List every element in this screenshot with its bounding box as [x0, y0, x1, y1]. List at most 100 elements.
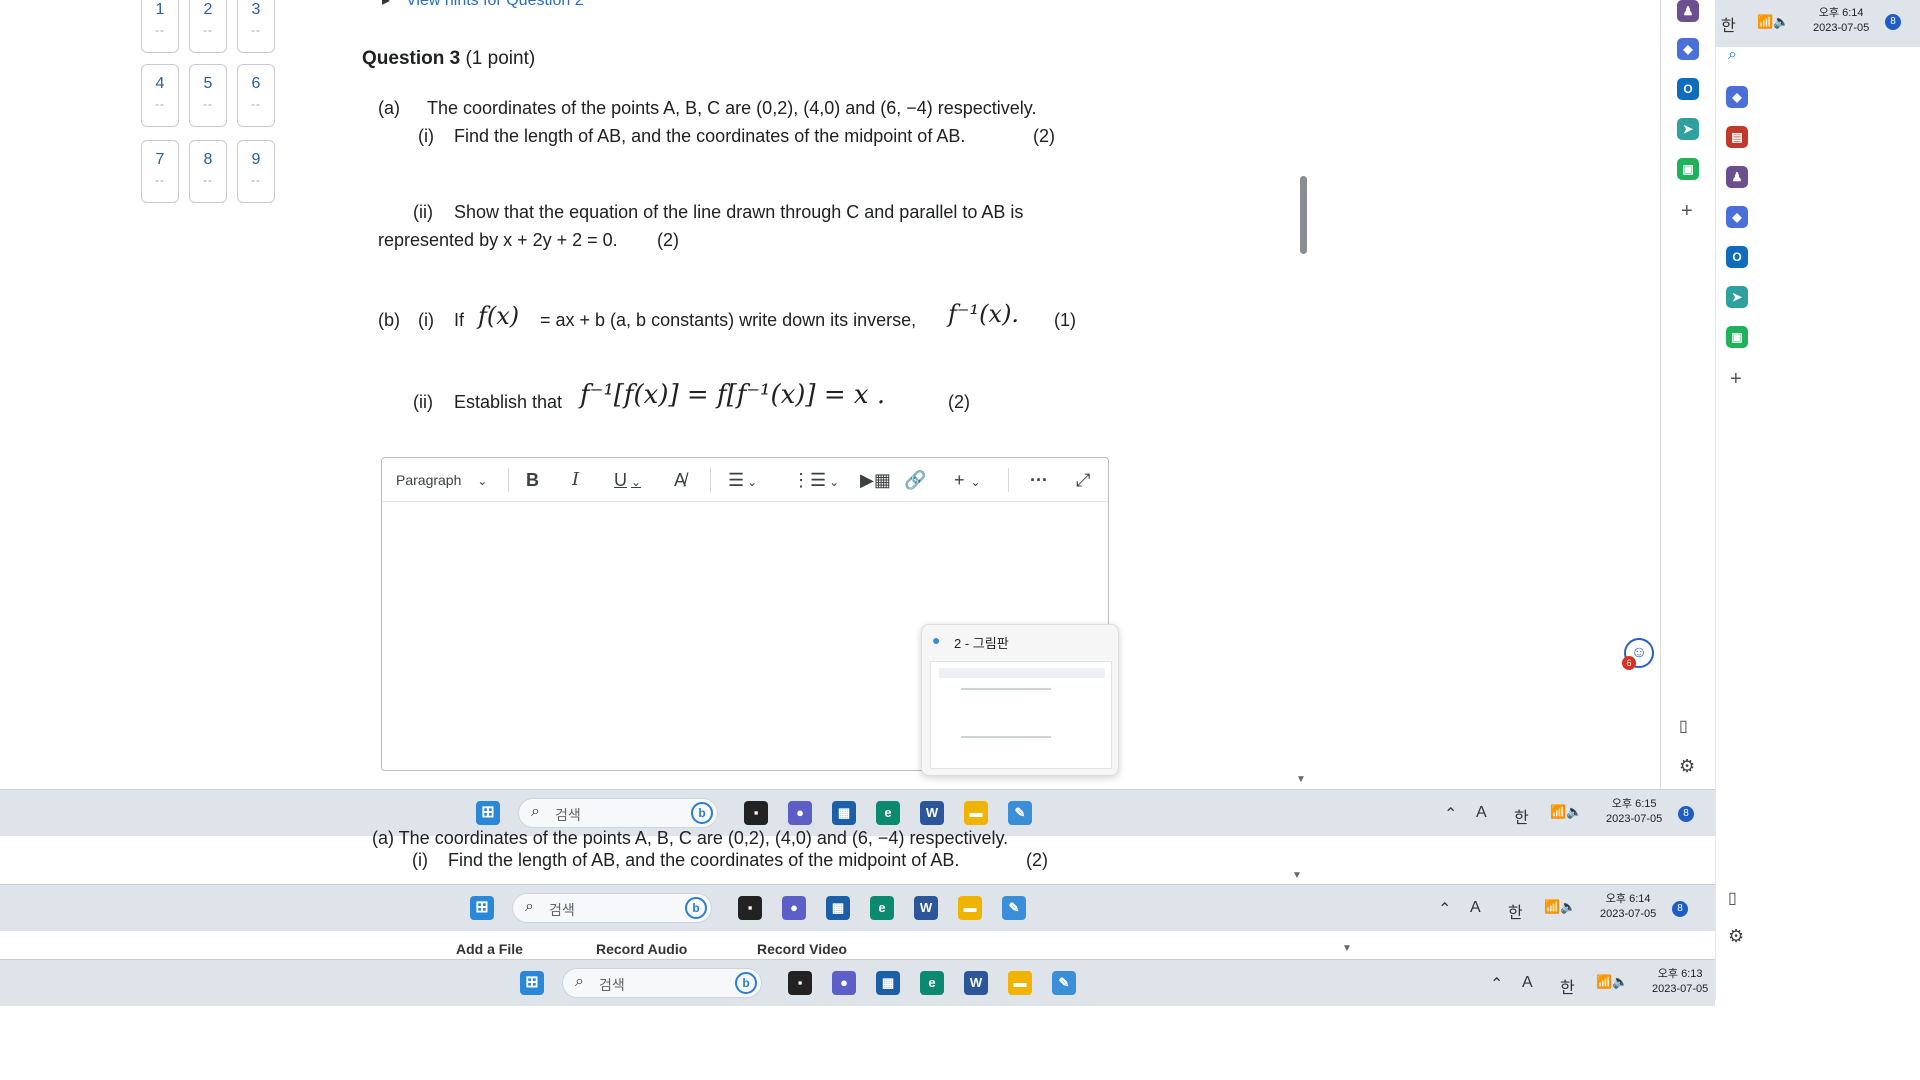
paint-icon[interactable]: ✎ [1002, 896, 1026, 920]
wifi-volume-icon[interactable]: 📶🔈 [1596, 974, 1628, 990]
scroll-down-arrow-icon[interactable]: ▼ [1342, 943, 1352, 954]
file-explorer-icon[interactable]: ▬ [1008, 971, 1032, 995]
question-nav-1[interactable]: 1 -- [141, 0, 179, 53]
scroll-down-arrow-icon[interactable]: ▼ [1296, 774, 1306, 785]
store-icon[interactable]: ▦ [876, 971, 900, 995]
windows-start-icon[interactable]: ⊞ [470, 896, 494, 920]
taskbar-search-2[interactable]: ⌕ 검색 b [512, 893, 712, 923]
ime-indicator[interactable]: 한 [1721, 12, 1736, 36]
paint-icon[interactable]: ✎ [1052, 971, 1076, 995]
taskbar-clock-3[interactable]: 오후 6:13 2023-07-05 [1652, 967, 1708, 997]
paint-icon[interactable]: ✎ [1008, 801, 1032, 825]
edge-icon[interactable]: e [920, 971, 944, 995]
teams-icon[interactable]: ● [788, 801, 812, 825]
task-view-icon[interactable]: ▪ [788, 971, 812, 995]
question-nav-6[interactable]: 6 -- [237, 64, 275, 127]
sidebar-toggle-icon[interactable]: ▯ [1728, 888, 1737, 908]
outlook-icon[interactable]: O [1677, 78, 1699, 100]
teams-icon[interactable]: ● [832, 971, 856, 995]
align-left-icon[interactable]: ☰ ⌄ [728, 468, 757, 492]
question-nav-4[interactable]: 4 -- [141, 64, 179, 127]
font-indicator[interactable]: A [1522, 974, 1533, 992]
tag-icon[interactable]: ◆ [1726, 86, 1748, 108]
font-indicator[interactable]: A [1476, 804, 1487, 822]
notification-badge[interactable]: 8 [1672, 901, 1688, 917]
insert-media-icon[interactable]: ▶▦ [860, 468, 891, 492]
store-icon[interactable]: ▦ [832, 801, 856, 825]
insert-plus-icon[interactable]: + ⌄ [954, 468, 981, 492]
wifi-volume-icon[interactable]: 📶🔈 [1757, 14, 1789, 30]
send-icon[interactable]: ➤ [1726, 286, 1748, 308]
bold-button[interactable]: B [526, 468, 539, 492]
edge-icon[interactable]: e [876, 801, 900, 825]
math-inverse-identity: f⁻¹[f(x)] = f[f⁻¹(x)] = x . [580, 380, 886, 410]
part-a-label: (a) [378, 98, 400, 118]
record-video-button[interactable]: Record Video [757, 941, 847, 957]
edge-icon[interactable]: e [870, 896, 894, 920]
question-nav-3[interactable]: 3 -- [237, 0, 275, 53]
widget-badge: 6 [1622, 656, 1636, 670]
record-audio-button[interactable]: Record Audio [596, 941, 687, 957]
settings-gear-icon[interactable]: ⚙ [1728, 926, 1744, 947]
notification-badge[interactable]: 8 [1678, 806, 1694, 822]
wifi-volume-icon[interactable]: 📶🔈 [1550, 804, 1582, 820]
hint-link[interactable]: ▸ View hints for Question 2 [382, 0, 584, 10]
question-nav-8[interactable]: 8 -- [189, 140, 227, 203]
chevron-up-icon[interactable]: ⌃ [1438, 899, 1451, 919]
people-icon[interactable]: ♟ [1726, 166, 1748, 188]
task-view-icon[interactable]: ▪ [738, 896, 762, 920]
word-icon[interactable]: W [964, 971, 988, 995]
notification-badge[interactable]: 8 [1885, 14, 1901, 30]
app-icon[interactable]: ▣ [1726, 326, 1748, 348]
taskbar-search-1[interactable]: ⌕ 검색 b [518, 798, 718, 828]
copilot-icon[interactable]: ◆ [1726, 206, 1748, 228]
paint-window-preview[interactable]: ● 2 - 그림판 [921, 624, 1119, 776]
teams-icon[interactable]: ● [782, 896, 806, 920]
ime-indicator[interactable]: 한 [1514, 804, 1529, 828]
windows-start-icon[interactable]: ⊞ [520, 971, 544, 995]
paragraph-style-select[interactable]: Paragraph ⌄ [396, 468, 487, 492]
taskbar-clock-2[interactable]: 오후 6:14 2023-07-05 [1600, 892, 1656, 922]
add-sidebar-icon[interactable]: + [1681, 200, 1693, 223]
scrollbar-thumb[interactable] [1300, 176, 1307, 254]
top-right-clock[interactable]: 오후 6:14 2023-07-05 [1813, 6, 1869, 36]
task-view-icon[interactable]: ▪ [744, 801, 768, 825]
scroll-down-arrow-icon[interactable]: ▼ [1292, 870, 1302, 881]
copilot-icon[interactable]: ◆ [1677, 38, 1699, 60]
text-format-icon[interactable]: A̸ [674, 468, 686, 492]
font-indicator[interactable]: A [1470, 899, 1481, 917]
ime-indicator[interactable]: 한 [1508, 899, 1523, 923]
fullscreen-icon[interactable]: ⤢ [1076, 468, 1090, 492]
wifi-volume-icon[interactable]: 📶🔈 [1544, 899, 1576, 915]
question-nav-2[interactable]: 2 -- [189, 0, 227, 53]
more-options-icon[interactable]: ··· [1030, 468, 1048, 492]
link-icon[interactable]: 🔗 [904, 468, 926, 492]
send-icon[interactable]: ➤ [1677, 118, 1699, 140]
windows-start-icon[interactable]: ⊞ [476, 801, 500, 825]
briefcase-icon[interactable]: ▤ [1726, 126, 1748, 148]
store-icon[interactable]: ▦ [826, 896, 850, 920]
search-icon[interactable]: ⌕ [1728, 46, 1737, 64]
app-icon[interactable]: ▣ [1677, 158, 1699, 180]
file-explorer-icon[interactable]: ▬ [958, 896, 982, 920]
question-nav-9[interactable]: 9 -- [237, 140, 275, 203]
italic-button[interactable]: I [572, 468, 579, 492]
word-icon[interactable]: W [914, 896, 938, 920]
outlook-icon[interactable]: O [1726, 246, 1748, 268]
add-file-button[interactable]: Add a File [456, 941, 523, 957]
people-icon[interactable]: ♟ [1677, 0, 1699, 22]
bulleted-list-icon[interactable]: ⋮☰ ⌄ [792, 468, 839, 492]
file-explorer-icon[interactable]: ▬ [964, 801, 988, 825]
settings-gear-icon[interactable]: ⚙ [1679, 756, 1695, 777]
taskbar-clock-1[interactable]: 오후 6:15 2023-07-05 [1606, 797, 1662, 827]
add-sidebar-icon[interactable]: + [1730, 368, 1742, 391]
question-nav-7[interactable]: 7 -- [141, 140, 179, 203]
ime-indicator[interactable]: 한 [1560, 974, 1575, 998]
chevron-up-icon[interactable]: ⌃ [1444, 804, 1457, 824]
question-nav-5[interactable]: 5 -- [189, 64, 227, 127]
chevron-up-icon[interactable]: ⌃ [1490, 974, 1503, 994]
taskbar-search-3[interactable]: ⌕ 검색 b [562, 968, 762, 998]
sidebar-toggle-icon[interactable]: ▯ [1679, 716, 1688, 736]
underline-button[interactable]: U ⌄ [614, 468, 641, 492]
word-icon[interactable]: W [920, 801, 944, 825]
